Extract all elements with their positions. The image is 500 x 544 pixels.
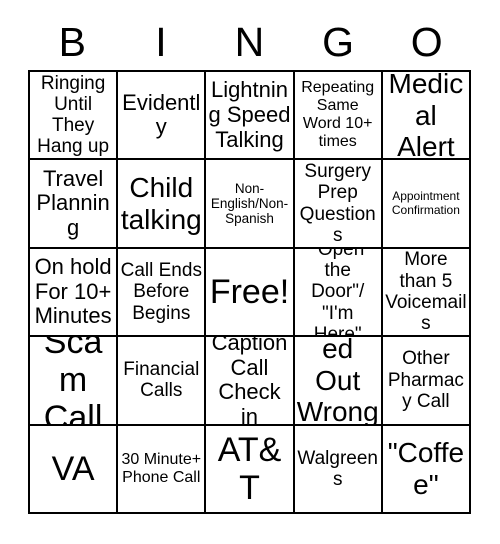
bingo-header-letter-b: B: [58, 18, 86, 65]
bingo-grid: Ringing Until They Hang up Evidently Light…: [28, 70, 471, 514]
bingo-cell-label: "Coffee": [387, 437, 465, 500]
bingo-cell[interactable]: Travel Planning: [30, 160, 119, 249]
bingo-cell[interactable]: Medical Alert: [382, 72, 471, 161]
bingo-cell-label: Evidently: [122, 89, 201, 140]
bingo-cell[interactable]: More than 5 Voicemails: [382, 248, 471, 338]
bingo-header-row: B I N G O: [28, 14, 471, 70]
bingo-cell-label: More than 5 Voicemails: [385, 249, 467, 335]
bingo-cell-label: Medical Alert: [388, 72, 464, 161]
bingo-header-letter-i: I: [155, 18, 167, 65]
bingo-card: B I N G O Ringing Until They Hang up Evid…: [0, 0, 500, 544]
bingo-cell[interactable]: Caption Call Check in: [206, 337, 295, 426]
bingo-cell-free-space[interactable]: Free!: [206, 248, 295, 338]
bingo-cell[interactable]: Surgery Prep Questions: [294, 160, 383, 249]
bingo-cell-label: Scam Call: [43, 337, 103, 426]
bingo-cell-label: Repeating Same Word 10+ times: [301, 79, 375, 151]
bingo-cell-label: Other Pharmacy Call: [387, 348, 464, 413]
bingo-cell[interactable]: VA: [30, 425, 119, 514]
bingo-cell[interactable]: Evidently: [118, 72, 207, 161]
bingo-cell[interactable]: Non-English/Non-Spanish: [206, 160, 295, 249]
bingo-header-letter-g: G: [322, 18, 355, 65]
bingo-cell[interactable]: Ringing Until They Hang up: [30, 72, 119, 161]
bingo-cell-label: Child talking: [120, 172, 202, 235]
bingo-cell-label: Ringing Until They Hang up: [37, 72, 110, 158]
bingo-cell-label: Financial Calls: [123, 359, 200, 402]
bingo-cell[interactable]: Walgreens: [294, 425, 383, 514]
bingo-cell[interactable]: Scam Call: [30, 337, 119, 426]
bingo-cell-label: Surgery Prep Questions: [299, 161, 376, 246]
bingo-cell-label: 30 Minute+ Phone Call: [121, 450, 202, 486]
bingo-cell[interactable]: Repeating Same Word 10+ times: [294, 72, 383, 161]
bingo-cell-label: Caption Call Check in: [211, 337, 288, 426]
bingo-cell[interactable]: Appointment Confirmation: [382, 160, 471, 249]
bingo-cell[interactable]: "Open the Door"/ "I'm Here": [294, 248, 383, 338]
bingo-cell[interactable]: Financial Calls: [118, 337, 207, 426]
bingo-cell[interactable]: Lightning Speed Talking: [206, 72, 295, 161]
bingo-cell-label: Walgreens: [297, 447, 378, 490]
bingo-cell-label: Call Ends Before Begins: [120, 260, 202, 324]
bingo-cell[interactable]: On hold For 10+ Minutes: [30, 248, 119, 338]
bingo-cell[interactable]: AT&T: [206, 425, 295, 514]
bingo-cell-label: Lightning Speed Talking: [208, 77, 291, 152]
bingo-cell-label: On hold For 10+ Minutes: [34, 254, 112, 329]
bingo-cell[interactable]: Child talking: [118, 160, 207, 249]
bingo-cell-label: Free!: [209, 272, 290, 311]
bingo-cell[interactable]: 30 Minute+ Phone Call: [118, 425, 207, 514]
bingo-cell-label: "Printed Out Wrong": [296, 337, 379, 426]
bingo-cell[interactable]: "Printed Out Wrong": [294, 337, 383, 426]
bingo-header-letter-o: O: [410, 18, 443, 65]
bingo-cell-label: Appointment Confirmation: [391, 189, 460, 217]
bingo-cell-label: Non-English/Non-Spanish: [210, 180, 289, 227]
bingo-cell[interactable]: "Coffee": [382, 425, 471, 514]
bingo-header-letter-n: N: [234, 18, 265, 65]
bingo-cell-label: VA: [51, 449, 95, 488]
bingo-cell-label: "Open the Door"/ "I'm Here": [311, 248, 365, 338]
bingo-cell-label: AT&T: [217, 430, 282, 507]
bingo-cell[interactable]: Call Ends Before Begins: [118, 248, 207, 338]
bingo-cell[interactable]: Other Pharmacy Call: [382, 337, 471, 426]
bingo-cell-label: Travel Planning: [36, 165, 110, 240]
